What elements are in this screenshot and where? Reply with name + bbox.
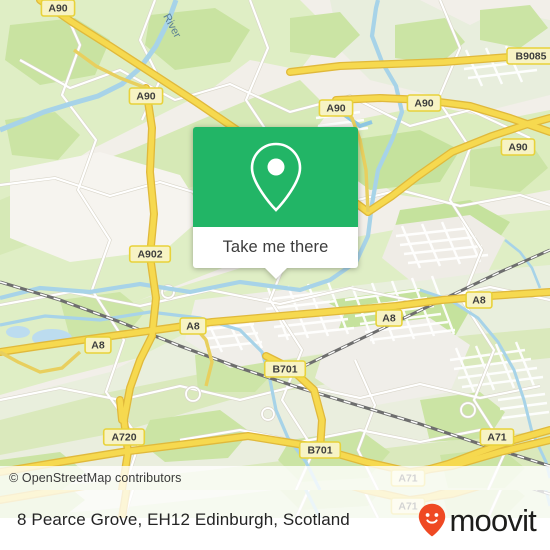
location-popup[interactable]: Take me there — [193, 127, 358, 279]
road-shield-label: B9085 — [516, 51, 547, 63]
road-shield: B701 — [263, 360, 307, 378]
road-shield-label: A90 — [508, 142, 527, 154]
map-screenshot: River A90 A90 A90 A90 A90 B9085 A902 A8 … — [0, 0, 550, 550]
road-shield: A90 — [128, 87, 164, 105]
attribution-text: © OpenStreetMap contributors — [9, 471, 182, 485]
address-text: 8 Pearce Grove, EH12 Edinburgh, Scotland — [17, 510, 350, 529]
road-shield: A8 — [84, 336, 112, 354]
map-pin-icon — [247, 141, 305, 213]
road-shield-label: A902 — [137, 249, 162, 261]
road-shield: A8 — [179, 317, 207, 335]
road-shield: A90 — [500, 138, 536, 156]
road-shield-label: A8 — [91, 340, 105, 352]
road-shield: A90 — [318, 99, 354, 117]
popup-header — [193, 127, 358, 227]
road-shield-label: A8 — [382, 313, 396, 325]
road-shield-label: A90 — [48, 3, 67, 15]
road-shield: A902 — [128, 245, 172, 263]
road-shield: A90 — [40, 0, 76, 17]
moovit-logo[interactable]: moovit — [418, 502, 537, 538]
road-shield: A720 — [102, 428, 146, 446]
road-shield: B9085 — [506, 47, 550, 65]
road-shield-label: A90 — [136, 91, 155, 103]
road-shield: A90 — [406, 94, 442, 112]
road-shield-label: B701 — [307, 445, 332, 457]
road-shield-label: A8 — [472, 295, 486, 307]
moovit-wordmark: moovit — [449, 502, 536, 538]
popup-tail — [264, 268, 287, 279]
popup-footer[interactable]: Take me there — [193, 227, 358, 279]
road-shield: A8 — [375, 309, 403, 327]
road-shield: A71 — [479, 428, 515, 446]
road-shield-label: B701 — [272, 364, 297, 376]
road-shield: B701 — [298, 441, 342, 459]
footer-bar: River — [0, 490, 550, 550]
road-shield-label: A71 — [487, 432, 506, 444]
moovit-pin-smiley-icon — [418, 503, 446, 537]
road-shield-label: A90 — [326, 103, 345, 115]
take-me-there-label: Take me there — [222, 238, 329, 256]
road-shield-label: A720 — [111, 432, 136, 444]
road-shield-label: A90 — [414, 98, 433, 110]
map-attribution: © OpenStreetMap contributors — [0, 466, 550, 490]
road-shield: A8 — [465, 291, 493, 309]
road-shield-label: A8 — [186, 321, 200, 333]
